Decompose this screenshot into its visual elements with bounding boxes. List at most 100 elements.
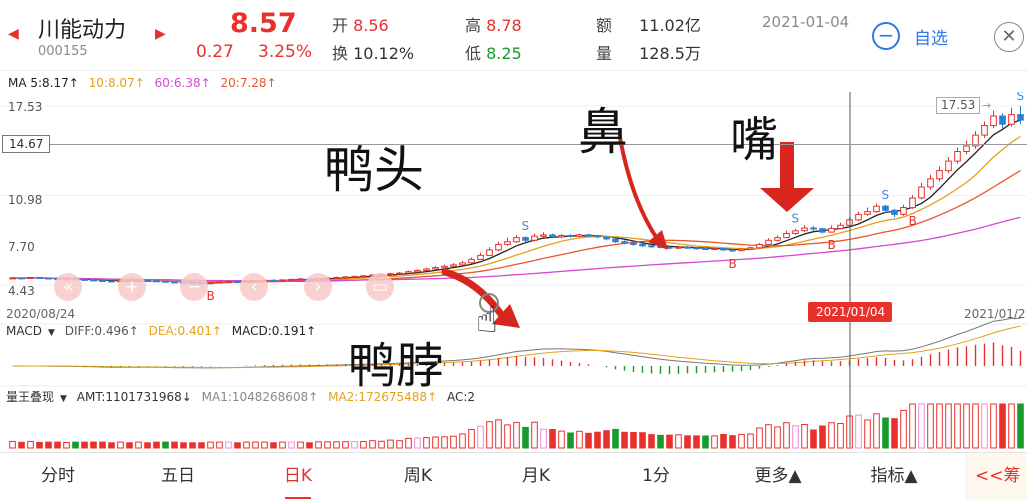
volume-bar-35 (324, 441, 331, 449)
volume-bar-75 (684, 435, 691, 449)
candle-body-102 (927, 178, 934, 188)
low-field: 低 8.25 (465, 40, 522, 64)
volume-bar-84 (765, 424, 772, 449)
candle-body-80 (729, 249, 736, 252)
volume-bar-102 (927, 403, 934, 449)
volume-bar-6 (63, 442, 70, 449)
candle-body-43 (396, 272, 403, 275)
amount-field: 额 11.02亿 (596, 12, 701, 36)
volume-bar-47 (432, 436, 439, 449)
zoom-out-button[interactable]: − (180, 273, 208, 301)
ma60-label: 60:6.38↑ (154, 76, 211, 90)
volume-bar-91 (828, 422, 835, 449)
candle-body-58 (531, 235, 538, 241)
volume-bar-38 (351, 441, 358, 449)
volume-bar-90 (819, 425, 826, 449)
close-button[interactable]: ✕ (994, 22, 1024, 52)
volume-bar-69 (630, 432, 637, 449)
candle-body-49 (450, 264, 457, 267)
tab-weekly-k[interactable]: 周K (380, 453, 456, 500)
volume-bar-95 (864, 419, 871, 449)
volume-bar-59 (540, 428, 547, 449)
tab-1-minute[interactable]: 1分 (618, 453, 694, 500)
volume-bar-85 (774, 426, 781, 449)
candle-body-54 (495, 243, 502, 251)
volume-bar-50 (459, 433, 466, 449)
candle-body-84 (765, 239, 772, 245)
candle-body-9 (90, 279, 97, 282)
tab-daily-k[interactable]: 日K (260, 453, 336, 500)
volume-bar-99 (900, 409, 907, 449)
volume-bar-25 (234, 442, 241, 449)
tab-intraday[interactable]: 分时 (20, 453, 96, 500)
volume-bar-1 (18, 441, 25, 449)
tab-indicators[interactable]: 指标▲ (852, 453, 936, 500)
remove-watchlist-button[interactable]: − 自选 (872, 22, 962, 50)
reset-button[interactable]: ▭ (366, 273, 394, 301)
candle-body-87 (792, 230, 799, 235)
volume-bar-29 (270, 442, 277, 449)
volume-bar-105 (954, 403, 961, 449)
candle-body-44 (405, 271, 412, 274)
open-label: 开 (332, 16, 349, 35)
volume-bar-106 (963, 403, 970, 449)
volume-bar-39 (360, 441, 367, 449)
volume-bar-53 (486, 421, 493, 449)
tab-chip-distribution[interactable]: <<筹 (966, 453, 1027, 500)
tab-five-day[interactable]: 五日 (140, 453, 216, 500)
candle-body-47 (432, 267, 439, 270)
volume-indicator-name[interactable]: 量王叠现 (6, 390, 54, 404)
volume-dropdown-icon[interactable]: ▼ (60, 394, 67, 404)
volume-bar-5 (54, 441, 61, 449)
volume-bar-87 (792, 425, 799, 449)
macd-legend: MACD ▼ DIFF:0.496↑ DEA:0.401↑ MACD:0.191↑ (6, 324, 322, 338)
candle-body-83 (756, 243, 763, 249)
macd-diff: DIFF:0.496↑ (64, 324, 139, 338)
price-change: 0.27 (196, 42, 234, 62)
volume-bar-83 (756, 427, 763, 449)
volume-ma1: MA1:1048268608↑ (201, 390, 319, 404)
scroll-left-button[interactable]: « (54, 273, 82, 301)
macd-dropdown-icon[interactable]: ▼ (48, 328, 55, 338)
candle-body-48 (441, 265, 448, 269)
volume-panel (9, 403, 1024, 449)
tab-monthly-k[interactable]: 月K (498, 453, 574, 500)
volume-bar-3 (36, 442, 43, 449)
candle-body-66 (603, 236, 610, 240)
volume-bar-81 (738, 433, 745, 449)
macd-indicator-name[interactable]: MACD (6, 324, 42, 338)
volume-bar-103 (936, 403, 943, 449)
candle-body-81 (738, 248, 745, 252)
mouth-arrow-head (760, 188, 814, 212)
volume-bar-14 (135, 441, 142, 449)
candle-body-104 (945, 160, 952, 172)
volume-bar-41 (378, 440, 385, 449)
volume-bar-46 (423, 437, 430, 449)
period-tab-bar: 分时 五日 日K 周K 月K 1分 更多▲ 指标▲ <<筹 (0, 452, 1027, 500)
forward-arrow-icon[interactable]: ▶ (155, 26, 166, 42)
candle-body-29 (270, 279, 277, 282)
minus-circle-icon: − (872, 22, 900, 50)
candle-body-85 (774, 237, 781, 241)
step-left-button[interactable]: ‹ (240, 273, 268, 301)
hand-pointer-icon: ☝ (476, 300, 498, 341)
volume-ac: AC:2 (446, 390, 476, 404)
plus-icon: + (124, 277, 140, 297)
zoom-in-button[interactable]: + (118, 273, 146, 301)
step-right-button[interactable]: › (304, 273, 332, 301)
ma10-line (12, 135, 1021, 283)
volume-bar-22 (207, 441, 214, 449)
sell-signal-5: S (882, 188, 890, 202)
volume-bar-26 (243, 441, 250, 449)
candle-body-38 (351, 275, 358, 278)
back-arrow-icon[interactable]: ◀ (8, 26, 19, 42)
candle-body-111 (1008, 114, 1015, 125)
stock-code: 000155 (38, 44, 88, 59)
candle-body-101 (918, 186, 925, 199)
minus-icon: − (186, 277, 202, 297)
candle-body-90 (819, 228, 826, 233)
ma20-line (12, 170, 1021, 283)
volume-bar-36 (333, 441, 340, 449)
tab-more[interactable]: 更多▲ (736, 453, 820, 500)
price-axis-cursor-value: 14.67 (9, 137, 44, 151)
